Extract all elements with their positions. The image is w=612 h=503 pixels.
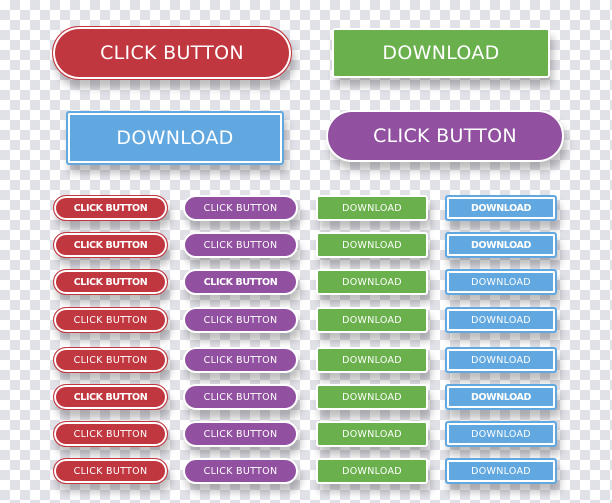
button-label: DOWNLOAD	[342, 428, 402, 440]
small-blue-button[interactable]: DOWNLOAD	[445, 269, 557, 295]
small-green-button[interactable]: DOWNLOAD	[316, 347, 428, 373]
button-label: DOWNLOAD	[471, 465, 531, 477]
button-label: DOWNLOAD	[342, 276, 402, 288]
small-blue-button[interactable]: DOWNLOAD	[445, 458, 557, 484]
button-label: DOWNLOAD	[342, 239, 402, 251]
button-label: DOWNLOAD	[471, 239, 531, 251]
button-label: CLICK BUTTON	[203, 391, 278, 403]
small-red-button[interactable]: CLICK BUTTON	[53, 421, 168, 447]
small-red-button[interactable]: CLICK BUTTON	[53, 458, 168, 484]
small-red-button[interactable]: CLICK BUTTON	[53, 195, 168, 221]
button-label: DOWNLOAD	[471, 202, 531, 214]
small-purple-button[interactable]: CLICK BUTTON	[183, 458, 298, 484]
button-label: CLICK BUTTON	[203, 202, 278, 214]
small-green-button[interactable]: DOWNLOAD	[316, 232, 428, 258]
small-blue-button[interactable]: DOWNLOAD	[445, 232, 557, 258]
small-purple-button[interactable]: CLICK BUTTON	[183, 384, 298, 410]
small-purple-button[interactable]: CLICK BUTTON	[183, 195, 298, 221]
button-label: CLICK BUTTON	[73, 354, 148, 366]
small-green-button[interactable]: DOWNLOAD	[316, 458, 428, 484]
button-label: DOWNLOAD	[471, 314, 531, 326]
button-label: CLICK BUTTON	[203, 428, 278, 440]
button-label: CLICK BUTTON	[203, 465, 278, 477]
button-label: CLICK BUTTON	[73, 428, 148, 440]
large-red-button[interactable]: CLICK BUTTON	[52, 26, 292, 80]
button-label: CLICK BUTTON	[203, 239, 278, 251]
button-label: DOWNLOAD	[471, 276, 531, 288]
button-label: CLICK BUTTON	[100, 42, 244, 64]
large-green-button[interactable]: DOWNLOAD	[332, 28, 550, 78]
small-red-button[interactable]: CLICK BUTTON	[53, 269, 168, 295]
button-label: DOWNLOAD	[342, 202, 402, 214]
small-purple-button[interactable]: CLICK BUTTON	[183, 307, 298, 333]
button-label: CLICK BUTTON	[73, 391, 148, 403]
button-label: CLICK BUTTON	[373, 125, 517, 147]
button-label: DOWNLOAD	[471, 428, 531, 440]
small-blue-button[interactable]: DOWNLOAD	[445, 307, 557, 333]
small-red-button[interactable]: CLICK BUTTON	[53, 307, 168, 333]
button-label: CLICK BUTTON	[203, 314, 278, 326]
button-label: CLICK BUTTON	[73, 314, 148, 326]
button-label: CLICK BUTTON	[203, 276, 278, 288]
small-purple-button[interactable]: CLICK BUTTON	[183, 347, 298, 373]
small-blue-button[interactable]: DOWNLOAD	[445, 384, 557, 410]
small-green-button[interactable]: DOWNLOAD	[316, 421, 428, 447]
small-green-button[interactable]: DOWNLOAD	[316, 195, 428, 221]
small-purple-button[interactable]: CLICK BUTTON	[183, 269, 298, 295]
small-green-button[interactable]: DOWNLOAD	[316, 269, 428, 295]
button-label: DOWNLOAD	[382, 42, 500, 64]
large-purple-button[interactable]: CLICK BUTTON	[326, 110, 564, 162]
small-blue-button[interactable]: DOWNLOAD	[445, 421, 557, 447]
button-label: DOWNLOAD	[471, 391, 531, 403]
button-label: DOWNLOAD	[342, 314, 402, 326]
small-red-button[interactable]: CLICK BUTTON	[53, 384, 168, 410]
small-green-button[interactable]: DOWNLOAD	[316, 307, 428, 333]
small-blue-button[interactable]: DOWNLOAD	[445, 195, 557, 221]
button-label: DOWNLOAD	[116, 127, 234, 149]
small-purple-button[interactable]: CLICK BUTTON	[183, 421, 298, 447]
small-purple-button[interactable]: CLICK BUTTON	[183, 232, 298, 258]
small-red-button[interactable]: CLICK BUTTON	[53, 347, 168, 373]
button-label: DOWNLOAD	[471, 354, 531, 366]
button-label: DOWNLOAD	[342, 354, 402, 366]
button-label: DOWNLOAD	[342, 465, 402, 477]
button-label: CLICK BUTTON	[73, 239, 148, 251]
button-label: DOWNLOAD	[342, 391, 402, 403]
small-blue-button[interactable]: DOWNLOAD	[445, 347, 557, 373]
small-red-button[interactable]: CLICK BUTTON	[53, 232, 168, 258]
button-label: CLICK BUTTON	[73, 202, 148, 214]
button-label: CLICK BUTTON	[73, 276, 148, 288]
button-label: CLICK BUTTON	[203, 354, 278, 366]
large-blue-button[interactable]: DOWNLOAD	[66, 111, 284, 165]
button-label: CLICK BUTTON	[73, 465, 148, 477]
small-green-button[interactable]: DOWNLOAD	[316, 384, 428, 410]
